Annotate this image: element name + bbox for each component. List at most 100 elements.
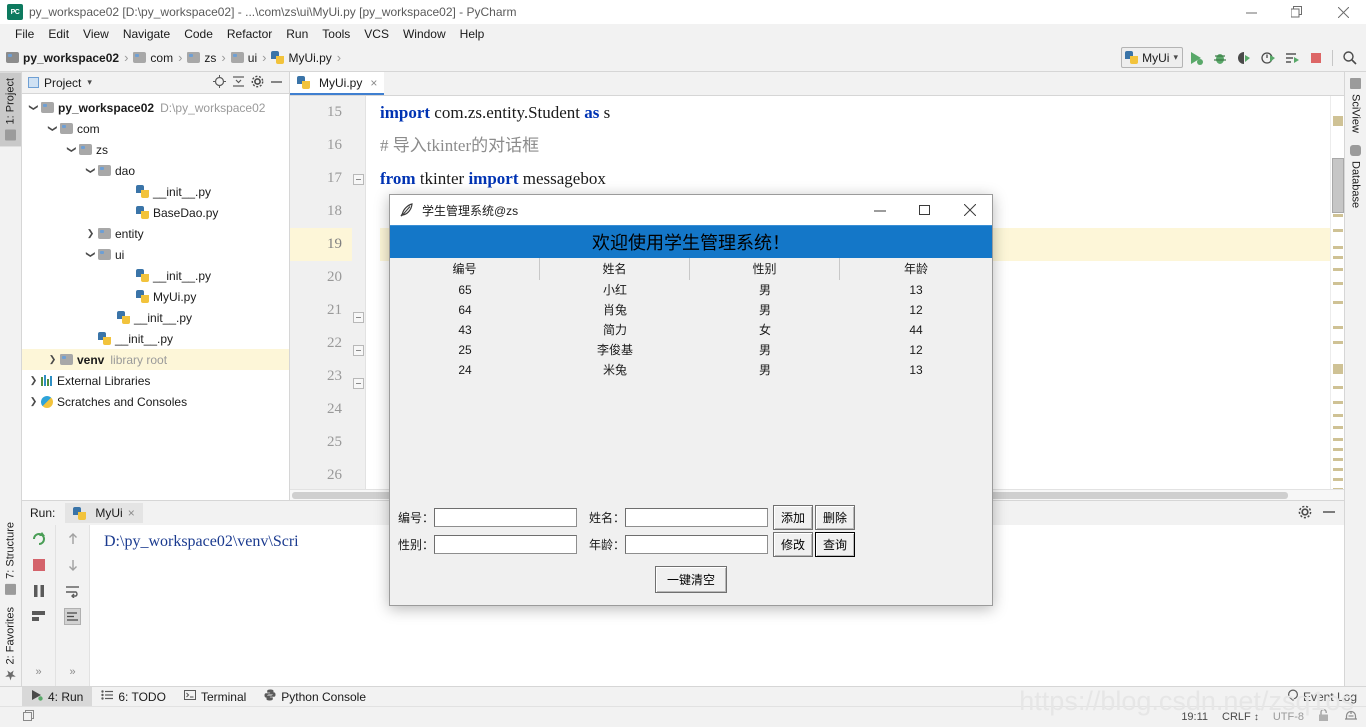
add-button[interactable]: 添加 (773, 504, 814, 530)
scroll-to-end-icon[interactable] (64, 608, 81, 625)
editor-scrollbar-thumb[interactable] (1332, 158, 1344, 213)
bottom-tab-run[interactable]: 4: Run (22, 687, 93, 706)
sidebar-item-sciview[interactable]: SciView (1350, 72, 1362, 139)
query-button[interactable]: 查询 (815, 531, 856, 557)
close-icon[interactable]: × (128, 506, 135, 520)
delete-button[interactable]: 删除 (815, 504, 856, 530)
tree-node[interactable]: ❯ venv library root (22, 349, 289, 370)
breadcrumb-item-zs[interactable]: zs (187, 51, 216, 65)
run-tab-myui[interactable]: MyUi × (65, 503, 143, 523)
minimize-icon[interactable] (857, 195, 902, 225)
close-icon[interactable] (1320, 0, 1366, 24)
profile-icon[interactable] (1257, 47, 1279, 68)
id-input[interactable] (434, 507, 577, 527)
code-line[interactable]: import com.zs.entity.Student as s (380, 96, 1330, 129)
menu-navigate[interactable]: Navigate (116, 24, 177, 44)
search-icon[interactable] (1338, 47, 1360, 68)
locate-icon[interactable] (213, 74, 226, 91)
tree-node[interactable]: MyUi.py (22, 286, 289, 307)
code-line[interactable]: from tkinter import messagebox (380, 162, 1330, 195)
chevron-down-icon[interactable]: ❯ (85, 165, 96, 176)
table-row[interactable]: 65 小红 男 13 (390, 280, 992, 300)
menu-help[interactable]: Help (453, 24, 492, 44)
collapse-all-icon[interactable] (232, 75, 245, 91)
hide-icon[interactable] (1322, 505, 1336, 522)
menu-window[interactable]: Window (396, 24, 453, 44)
table-row[interactable]: 24 米兔 男 13 (390, 360, 992, 380)
code-folding-column[interactable] (352, 96, 366, 489)
settings-icon[interactable] (251, 75, 264, 91)
soft-wrap-icon[interactable] (64, 582, 81, 599)
stop-icon[interactable] (1305, 47, 1327, 68)
gear-icon[interactable] (1298, 505, 1312, 522)
gender-input[interactable] (434, 534, 577, 554)
more-actions-icon[interactable]: » (30, 663, 47, 680)
menu-code[interactable]: Code (177, 24, 220, 44)
close-icon[interactable] (947, 195, 992, 225)
sidebar-item-favorites[interactable]: 2: Favorites (0, 601, 21, 686)
chevron-right-icon[interactable]: ❯ (85, 228, 96, 239)
maximize-icon[interactable] (902, 195, 947, 225)
run-configuration-selector[interactable]: MyUi ▾ (1121, 47, 1183, 68)
menu-edit[interactable]: Edit (41, 24, 76, 44)
line-separator[interactable]: CRLF ↕ (1222, 711, 1259, 723)
tree-node[interactable]: ❯ zs (22, 139, 289, 160)
breadcrumb-item-file[interactable]: MyUi.py (271, 51, 332, 65)
lock-icon[interactable] (1318, 709, 1330, 725)
debug-icon[interactable] (1209, 47, 1231, 68)
tree-node[interactable]: BaseDao.py (22, 202, 289, 223)
name-input[interactable] (625, 507, 768, 527)
chevron-right-icon[interactable]: ❯ (28, 396, 39, 407)
table-row[interactable]: 64 肖兔 男 12 (390, 300, 992, 320)
editor-marker-bar[interactable] (1330, 96, 1344, 489)
status-indicator-icon[interactable] (22, 709, 35, 725)
menu-vcs[interactable]: VCS (357, 24, 396, 44)
tree-node[interactable]: ❯ Scratches and Consoles (22, 391, 289, 412)
coverage-icon[interactable] (1233, 47, 1255, 68)
hector-icon[interactable] (1344, 709, 1358, 725)
down-icon[interactable] (64, 556, 81, 573)
tree-node[interactable]: ❯ ui (22, 244, 289, 265)
chevron-right-icon[interactable]: ❯ (47, 354, 58, 365)
project-tree[interactable]: ❯ py_workspace02 D:\py_workspace02 ❯ com ❯ zs ❯… (22, 94, 289, 500)
encoding-label[interactable]: UTF-8 (1273, 711, 1304, 723)
menu-view[interactable]: View (76, 24, 116, 44)
table-row[interactable]: 25 李俊基 男 12 (390, 340, 992, 360)
fold-marker[interactable] (353, 312, 364, 323)
breadcrumb-item-ui[interactable]: ui (230, 51, 257, 65)
tree-node[interactable]: ❯ entity (22, 223, 289, 244)
breadcrumb-item-com[interactable]: com (133, 51, 173, 65)
run-icon[interactable] (1185, 47, 1207, 68)
chevron-down-icon[interactable]: ❯ (28, 102, 39, 113)
chevron-down-icon[interactable]: ❯ (85, 249, 96, 260)
dump-threads-icon[interactable] (30, 608, 47, 625)
breadcrumb-item-project[interactable]: py_workspace02 (6, 51, 119, 65)
chevron-down-icon[interactable]: ▾ (87, 77, 92, 88)
bottom-tab-terminal[interactable]: Terminal (175, 687, 255, 706)
chevron-down-icon[interactable]: ❯ (66, 144, 77, 155)
tree-node[interactable]: ❯ com (22, 118, 289, 139)
run-with-console-icon[interactable] (1281, 47, 1303, 68)
tree-node[interactable]: __init__.py (22, 328, 289, 349)
fold-marker[interactable] (353, 345, 364, 356)
chevron-down-icon[interactable]: ❯ (47, 123, 58, 134)
tree-node[interactable]: __init__.py (22, 307, 289, 328)
stop-icon[interactable] (30, 556, 47, 573)
more-actions-icon[interactable]: » (64, 663, 81, 680)
close-icon[interactable]: × (370, 76, 377, 90)
sidebar-item-structure[interactable]: 7: Structure (0, 516, 21, 601)
fold-marker[interactable] (353, 174, 364, 185)
age-input[interactable] (625, 534, 768, 554)
tree-node[interactable]: __init__.py (22, 265, 289, 286)
tab-myui-py[interactable]: MyUi.py × (290, 72, 385, 95)
restore-icon[interactable] (1274, 0, 1320, 24)
caret-position[interactable]: 19:11 (1181, 711, 1208, 723)
tree-node[interactable]: __init__.py (22, 181, 289, 202)
hide-icon[interactable] (270, 75, 283, 91)
menu-file[interactable]: File (8, 24, 41, 44)
tree-node[interactable]: ❯ dao (22, 160, 289, 181)
pause-icon[interactable] (30, 582, 47, 599)
sidebar-item-database[interactable]: Database (1350, 139, 1362, 214)
tree-node[interactable]: ❯ External Libraries (22, 370, 289, 391)
code-line[interactable]: # 导入tkinter的对话框 (380, 129, 1330, 162)
